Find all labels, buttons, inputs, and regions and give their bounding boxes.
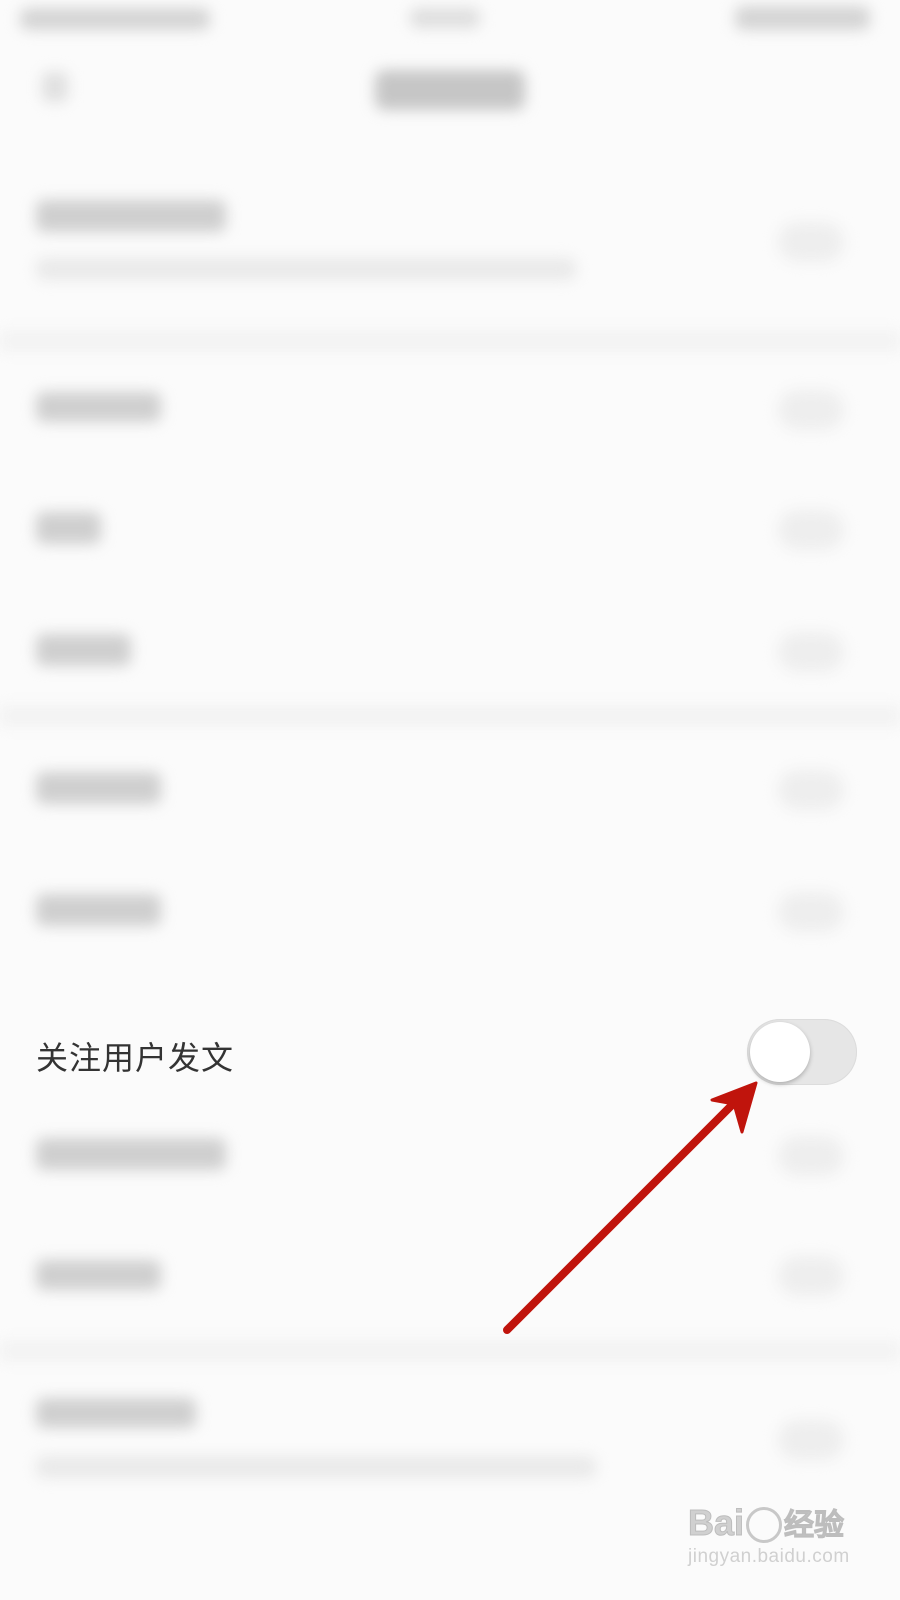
blurred-row-title <box>36 772 161 804</box>
arrow-shaft <box>503 1098 739 1334</box>
blurred-toggle[interactable] <box>778 892 844 932</box>
status-bar-right-blurred <box>735 6 870 30</box>
toggle-knob <box>750 1022 810 1082</box>
watermark-brand-suffix: 经验 <box>784 1509 845 1543</box>
watermark-site: jingyan.baidu.com <box>688 1546 850 1567</box>
blurred-toggle[interactable] <box>778 632 844 672</box>
setting-label: 关注用户发文 <box>36 1039 235 1077</box>
blurred-row-title <box>36 392 161 422</box>
section-divider <box>0 705 900 727</box>
section-divider <box>0 1340 900 1362</box>
blurred-toggle[interactable] <box>778 222 844 262</box>
paw-icon <box>746 1507 783 1544</box>
blurred-row-title <box>36 1138 226 1170</box>
follow-posts-toggle[interactable] <box>747 1019 857 1085</box>
blurred-toggle[interactable] <box>778 510 844 550</box>
blurred-row-title <box>36 894 161 926</box>
blurred-row-title <box>36 512 101 544</box>
blurred-toggle[interactable] <box>778 1420 844 1460</box>
blurred-toggle[interactable] <box>778 390 844 430</box>
section-divider <box>0 330 900 352</box>
blurred-row-title <box>36 200 226 232</box>
status-bar-center-blurred <box>410 8 480 28</box>
blurred-toggle[interactable] <box>778 1136 844 1176</box>
setting-row-follow-posts[interactable]: 关注用户发文 <box>0 995 900 1110</box>
blurred-toggle[interactable] <box>778 770 844 810</box>
watermark-brand: Bai <box>687 1502 745 1544</box>
blurred-row-title <box>36 1398 196 1428</box>
blurred-row-title <box>36 634 131 666</box>
blurred-toggle[interactable] <box>778 1256 844 1296</box>
blurred-row-title <box>36 1260 161 1290</box>
blurred-row-subtitle <box>36 1456 596 1478</box>
page-title-blurred <box>375 70 525 110</box>
settings-screen: 关注用户发文 Bai 经验 jingyan.baidu.com <box>0 0 900 1600</box>
watermark-logo: Bai 经验 <box>687 1500 888 1544</box>
blurred-row-subtitle <box>36 258 576 280</box>
status-bar-left-blurred <box>20 8 210 30</box>
baidu-jingyan-watermark: Bai 经验 jingyan.baidu.com <box>687 1500 888 1590</box>
back-icon[interactable] <box>42 72 68 102</box>
